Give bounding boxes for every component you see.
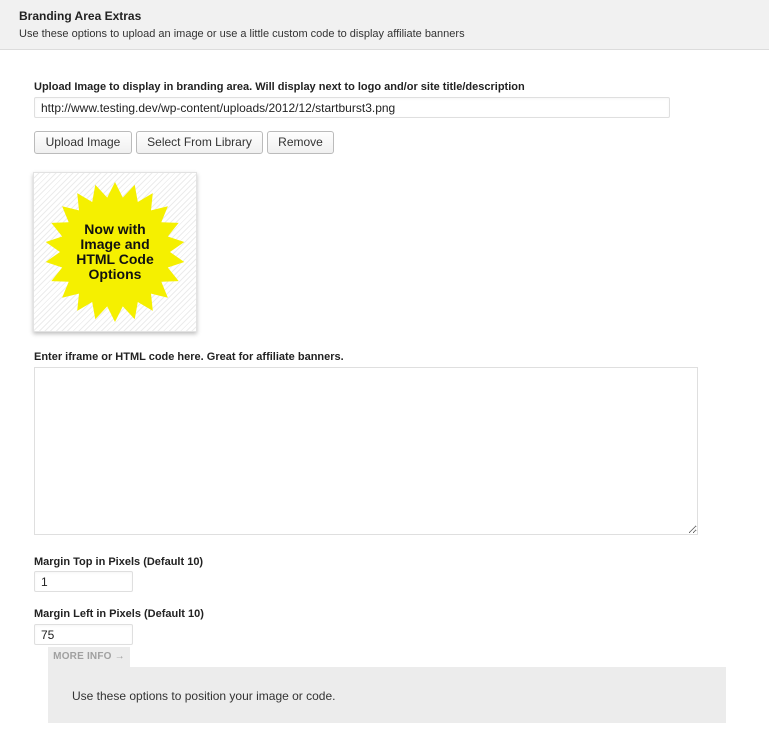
more-info-panel: Use these options to position your image… (48, 667, 726, 723)
more-info-tab[interactable]: MORE INFO → (48, 647, 130, 667)
starburst-line: Now with (84, 221, 146, 237)
remove-image-button[interactable]: Remove (267, 131, 334, 154)
margin-left-label: Margin Left in Pixels (Default 10) (34, 608, 204, 620)
section-title: Branding Area Extras (19, 9, 142, 23)
code-label: Enter iframe or HTML code here. Great fo… (34, 351, 344, 363)
upload-image-button[interactable]: Upload Image (34, 131, 132, 154)
starburst-text: Now with Image and HTML Code Options (34, 222, 196, 282)
section-description: Use these options to upload an image or … (19, 28, 465, 40)
upload-image-label: Upload Image to display in branding area… (34, 81, 525, 93)
starburst-line: Image and (80, 236, 150, 252)
margin-left-input[interactable] (34, 624, 133, 645)
margin-top-input[interactable] (34, 571, 133, 592)
starburst-line: Options (88, 266, 142, 282)
select-from-library-button[interactable]: Select From Library (136, 131, 263, 154)
image-preview: Now with Image and HTML Code Options (33, 172, 197, 332)
margin-top-label: Margin Top in Pixels (Default 10) (34, 556, 204, 568)
html-code-textarea[interactable] (34, 367, 698, 535)
image-url-input[interactable] (34, 97, 670, 118)
section-header: Branding Area Extras Use these options t… (0, 0, 769, 50)
starburst-line: HTML Code (76, 251, 154, 267)
more-info-text: Use these options to position your image… (72, 689, 336, 703)
